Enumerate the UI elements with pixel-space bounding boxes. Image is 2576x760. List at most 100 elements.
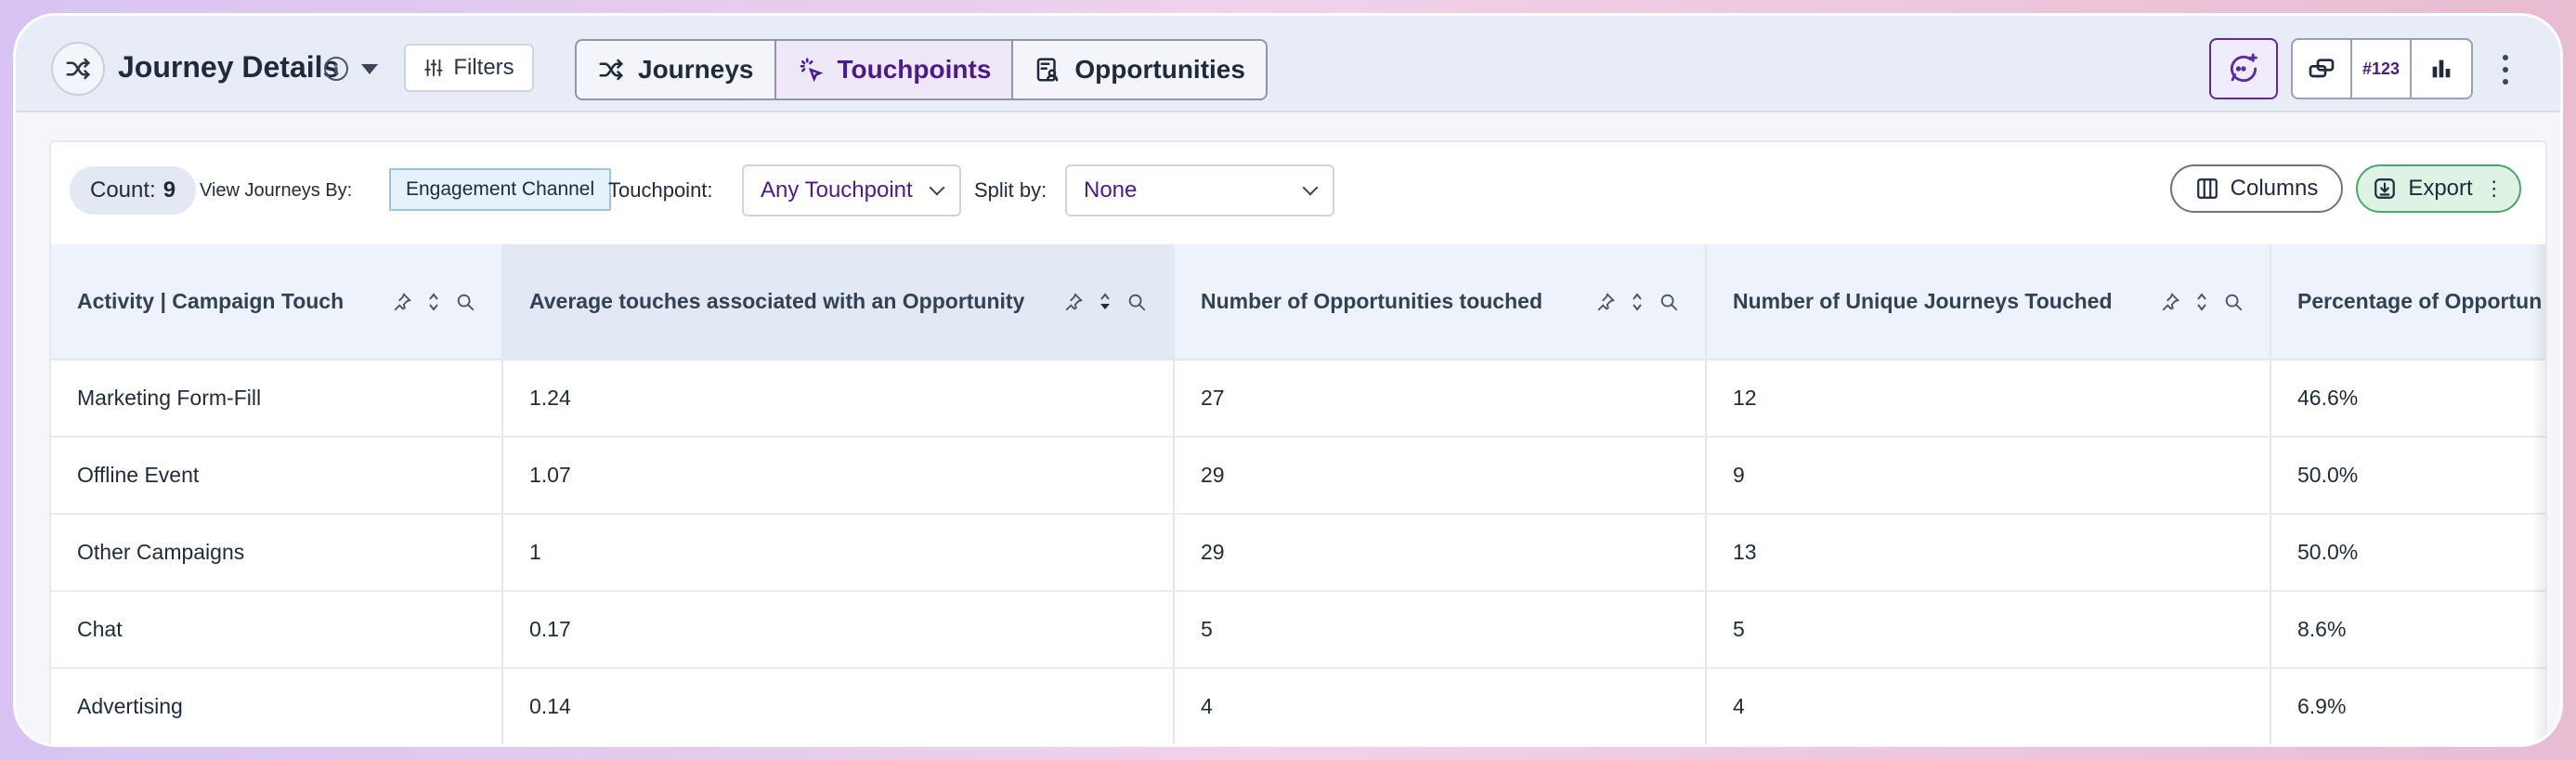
split-by-label: Split by:	[974, 178, 1047, 202]
table-cell: 4	[1706, 668, 2271, 744]
sort-icon[interactable]	[2195, 291, 2208, 313]
table-cell: 50.0%	[2270, 514, 2545, 592]
export-label: Export	[2408, 176, 2473, 201]
touchpoints-table: Activity | Campaign Touch Average touche…	[51, 244, 2545, 744]
table-cell: 29	[1174, 514, 1707, 592]
shuffle-icon	[599, 59, 624, 81]
filters-button[interactable]: Filters	[404, 44, 534, 92]
table-cell: 8.6%	[2270, 591, 2545, 669]
view-tabs: Journeys Touchpoints Opportunities	[575, 39, 1268, 100]
search-icon[interactable]	[2223, 292, 2244, 312]
pin-icon[interactable]	[2160, 292, 2180, 312]
table-header-row: Activity | Campaign Touch Average touche…	[51, 244, 2545, 360]
horizontal-scroll-shadow	[2532, 244, 2545, 744]
table-cell: 46.6%	[2270, 360, 2545, 438]
pin-icon[interactable]	[392, 292, 412, 312]
filters-label: Filters	[453, 55, 514, 80]
column-header-label: Activity | Campaign Touch	[77, 289, 345, 313]
cursor-click-icon	[800, 58, 823, 83]
column-header[interactable]: Percentage of Opportun	[2270, 244, 2545, 360]
journey-menu-button[interactable]	[51, 42, 105, 96]
table-cell: 27	[1174, 360, 1707, 438]
split-by-value: None	[1084, 177, 1138, 203]
contact-card-icon	[1037, 58, 1059, 82]
sort-icon[interactable]	[1631, 291, 1644, 313]
table-row[interactable]: Offline Event 1.07 29 9 50.0%	[51, 437, 2545, 515]
sort-icon[interactable]	[427, 291, 440, 313]
column-header[interactable]: Average touches associated with an Oppor…	[502, 244, 1175, 360]
count-value: 9	[163, 177, 176, 203]
search-icon[interactable]	[1126, 292, 1147, 312]
number-format-label: #123	[2361, 59, 2400, 78]
download-icon	[2374, 178, 2396, 199]
compare-button[interactable]	[2293, 40, 2352, 98]
ai-chat-icon	[2230, 53, 2257, 83]
more-options-icon[interactable]: ⋮	[2484, 178, 2504, 199]
table-cell: 5	[1706, 591, 2271, 669]
app-window: Journey Details i Filters Journeys Touch…	[13, 13, 2563, 747]
export-button[interactable]: Export ⋮	[2356, 164, 2521, 213]
table-row[interactable]: Marketing Form-Fill 1.24 27 12 46.6%	[51, 360, 2545, 438]
columns-icon	[2196, 178, 2218, 199]
touchpoint-label: Touchpoint:	[608, 178, 713, 202]
column-header-label: Number of Unique Journeys Touched	[1733, 289, 2113, 313]
info-icon[interactable]: i	[324, 57, 348, 81]
bar-chart-icon	[2432, 59, 2451, 78]
search-icon[interactable]	[455, 292, 475, 312]
caret-down-icon[interactable]	[361, 64, 378, 74]
table-cell: 13	[1706, 514, 2271, 592]
table-row[interactable]: Other Campaigns 1 29 13 50.0%	[51, 514, 2545, 592]
table-cell: 12	[1706, 360, 2271, 438]
number-format-button[interactable]: #123	[2352, 40, 2412, 98]
pin-icon[interactable]	[1063, 292, 1084, 312]
split-by-select[interactable]: None	[1065, 164, 1334, 216]
table-cell: 6.9%	[2270, 668, 2545, 744]
table-cell: 1	[502, 514, 1175, 592]
touchpoint-value: Any Touchpoint	[761, 177, 913, 203]
column-header-label: Percentage of Opportun	[2297, 289, 2543, 313]
chevron-down-icon	[929, 179, 945, 196]
count-badge: Count: 9	[70, 166, 197, 215]
column-header[interactable]: Activity | Campaign Touch	[51, 244, 503, 360]
sliders-icon	[424, 59, 443, 77]
view-tools: #123	[2291, 38, 2473, 99]
table-cell: Offline Event	[51, 437, 503, 515]
tab-journeys[interactable]: Journeys	[577, 41, 776, 98]
chart-view-button[interactable]	[2412, 40, 2471, 98]
tab-touchpoints[interactable]: Touchpoints	[775, 41, 1014, 98]
table-toolbar: Count: 9 View Journeys By: Engagement Ch…	[51, 142, 2545, 244]
touchpoint-select[interactable]: Any Touchpoint	[742, 164, 961, 216]
chevron-down-icon	[1302, 179, 1319, 196]
column-header[interactable]: Number of Unique Journeys Touched	[1706, 244, 2271, 360]
view-by-label: View Journeys By:	[200, 179, 353, 201]
column-header-label: Number of Opportunities touched	[1201, 289, 1542, 313]
view-by-toggle[interactable]: Engagement Channel	[389, 168, 612, 211]
table-row[interactable]: Chat 0.17 5 5 8.6%	[51, 591, 2545, 669]
tab-label: Journeys	[638, 55, 754, 84]
compare-icon	[2309, 59, 2335, 78]
table-cell: 9	[1706, 437, 2271, 515]
more-options-icon[interactable]	[2491, 44, 2519, 96]
table-cell: 5	[1174, 591, 1707, 669]
table-cell: Chat	[51, 591, 503, 669]
column-header[interactable]: Number of Opportunities touched	[1174, 244, 1707, 360]
tab-label: Opportunities	[1074, 55, 1245, 84]
table-row[interactable]: Advertising 0.14 4 4 6.9%	[51, 668, 2545, 744]
pin-icon[interactable]	[1595, 292, 1616, 312]
sort-descending-icon[interactable]	[1099, 291, 1112, 313]
shuffle-icon	[66, 58, 91, 80]
table-cell: 1.24	[502, 360, 1175, 438]
table-cell: 29	[1174, 437, 1707, 515]
table-cell: Other Campaigns	[51, 514, 503, 592]
tab-opportunities[interactable]: Opportunities	[1013, 41, 1266, 98]
results-card: Count: 9 View Journeys By: Engagement Ch…	[49, 140, 2547, 744]
search-icon[interactable]	[1659, 292, 1679, 312]
count-label: Count:	[90, 177, 156, 203]
page-title: Journey Details	[118, 50, 340, 84]
table-cell: Advertising	[51, 668, 503, 744]
tab-label: Touchpoints	[837, 55, 992, 84]
column-header-label: Average touches associated with an Oppor…	[529, 289, 1025, 313]
ai-chat-button[interactable]	[2209, 38, 2278, 99]
columns-button[interactable]: Columns	[2170, 164, 2343, 213]
table-cell: 50.0%	[2270, 437, 2545, 515]
